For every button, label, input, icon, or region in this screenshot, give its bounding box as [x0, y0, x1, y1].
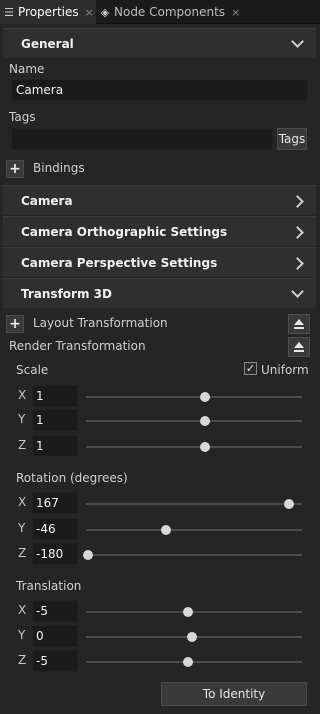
translation-label: Translation [16, 579, 82, 593]
close-icon[interactable]: × [231, 6, 240, 19]
tab-node-components-label: Node Components [114, 5, 226, 19]
upload-icon [294, 342, 304, 348]
rotation-x-input[interactable]: 167 [32, 492, 78, 514]
name-label: Name [9, 62, 45, 76]
plus-icon: + [9, 316, 21, 332]
chevron-down-icon [291, 285, 304, 298]
slider-knob[interactable] [182, 657, 193, 667]
tags-button[interactable]: Tags [277, 128, 307, 150]
uniform-label: Uniform [261, 363, 309, 377]
components-icon: ◈ [100, 5, 110, 19]
slider-knob[interactable] [186, 632, 197, 642]
upload-render-button[interactable] [288, 337, 310, 357]
translation-y-slider[interactable] [86, 632, 302, 642]
scale-axis-label: X [18, 388, 27, 402]
scale-x-slider[interactable] [86, 392, 302, 402]
section-ortho-header[interactable]: Camera Orthographic Settings [3, 216, 316, 246]
rotation-z-slider[interactable] [83, 550, 302, 560]
bindings-label: Bindings [33, 161, 85, 175]
scale-z-input[interactable]: 1 [32, 435, 78, 457]
slider-knob[interactable] [284, 499, 295, 509]
tags-label: Tags [9, 110, 36, 124]
translation-axis-label: Y [18, 628, 26, 642]
check-icon: ✓ [245, 362, 256, 375]
rotation-x-slider[interactable] [86, 499, 302, 509]
translation-axis-label: X [18, 603, 27, 617]
rotation-z-input[interactable]: -180 [32, 543, 78, 565]
section-transform-header[interactable]: Transform 3D [3, 278, 316, 308]
slider-knob[interactable] [182, 607, 193, 617]
rotation-axis-label: Y [18, 521, 26, 535]
rotation-axis-label: Z [18, 546, 27, 560]
chevron-right-icon [291, 257, 304, 270]
rotation-label: Rotation (degrees) [16, 471, 128, 485]
chevron-down-icon [291, 35, 304, 48]
scale-x-input[interactable]: 1 [32, 385, 78, 407]
rotation-y-input[interactable]: -46 [32, 518, 78, 540]
slider-knob[interactable] [199, 442, 210, 452]
tab-properties[interactable]: ☰ Properties × [0, 0, 96, 24]
scale-y-slider[interactable] [86, 416, 302, 426]
scale-label: Scale [16, 363, 49, 377]
tab-node-components[interactable]: ◈ Node Components × [96, 0, 246, 24]
section-ortho-title: Camera Orthographic Settings [21, 224, 228, 239]
layout-transformation-label: Layout Transformation [33, 316, 168, 330]
add-binding-button[interactable]: + [6, 160, 24, 178]
section-persp-title: Camera Perspective Settings [21, 255, 218, 270]
translation-y-input[interactable]: 0 [32, 625, 78, 647]
rotation-y-slider[interactable] [86, 525, 302, 535]
tab-bar: ☰ Properties × ◈ Node Components × [0, 0, 320, 24]
section-camera-header[interactable]: Camera [3, 185, 316, 215]
upload-icon [294, 319, 304, 325]
close-icon[interactable]: × [85, 6, 94, 19]
scale-axis-label: Y [18, 412, 26, 426]
slider-knob[interactable] [160, 525, 171, 535]
list-icon: ☰ [4, 5, 14, 19]
translation-z-input[interactable]: -5 [32, 650, 78, 672]
uniform-checkbox[interactable]: ✓ [244, 362, 257, 375]
add-layout-transformation-button[interactable]: + [6, 315, 24, 333]
section-transform-title: Transform 3D [21, 286, 112, 301]
to-identity-button[interactable]: To Identity [161, 682, 307, 706]
section-general-header[interactable]: General [3, 28, 316, 58]
section-persp-header[interactable]: Camera Perspective Settings [3, 247, 316, 277]
render-transformation-label: Render Transformation [9, 339, 146, 353]
scale-axis-label: Z [18, 438, 27, 452]
translation-x-input[interactable]: -5 [32, 600, 78, 622]
name-input[interactable]: Camera [11, 79, 308, 101]
tab-properties-label: Properties [18, 5, 79, 19]
section-general-title: General [21, 36, 74, 51]
slider-knob[interactable] [83, 550, 94, 560]
plus-icon: + [9, 161, 21, 177]
chevron-right-icon [291, 226, 304, 239]
chevron-right-icon [291, 195, 304, 208]
translation-x-slider[interactable] [86, 607, 302, 617]
slider-knob[interactable] [199, 416, 210, 426]
tags-input[interactable] [11, 128, 273, 150]
section-camera-title: Camera [21, 193, 73, 208]
scale-z-slider[interactable] [86, 442, 302, 452]
scale-y-input[interactable]: 1 [32, 409, 78, 431]
upload-layout-button[interactable] [288, 314, 310, 334]
rotation-axis-label: X [18, 495, 27, 509]
translation-z-slider[interactable] [86, 657, 302, 667]
slider-knob[interactable] [199, 392, 210, 402]
translation-axis-label: Z [18, 653, 27, 667]
